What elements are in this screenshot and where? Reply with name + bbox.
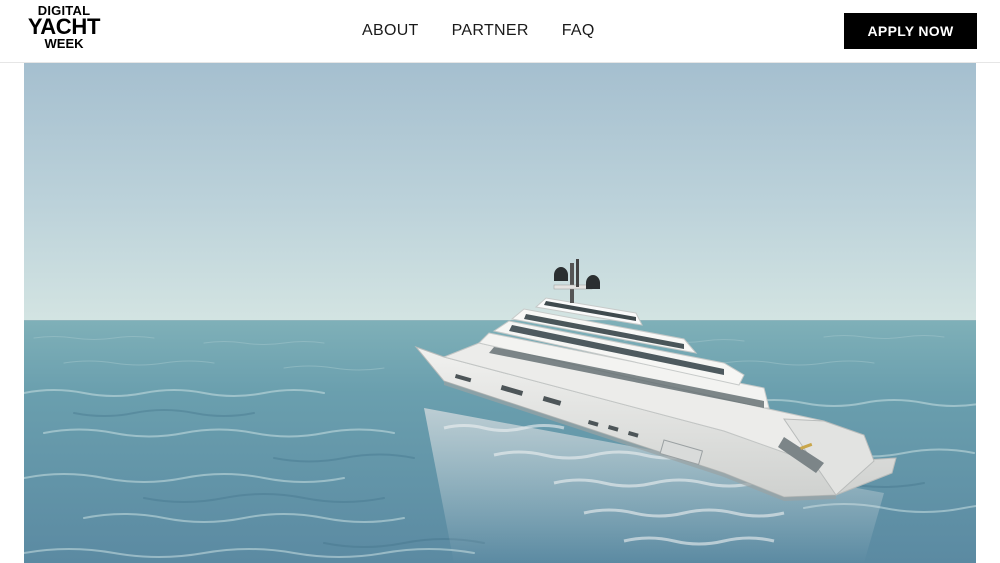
nav-link-faq[interactable]: FAQ (562, 20, 595, 42)
brand-logo[interactable]: DIGITAL YACHT WEEK (23, 3, 105, 57)
hero-image (24, 63, 976, 563)
nav-link-about[interactable]: ABOUT (362, 20, 419, 42)
apply-now-button[interactable]: APPLY NOW (844, 13, 977, 49)
site-header: DIGITAL YACHT WEEK ABOUT PARTNER FAQ APP… (0, 0, 1000, 63)
brand-line-2: YACHT (27, 14, 101, 39)
nav-link-partner[interactable]: PARTNER (452, 20, 529, 42)
main-nav: ABOUT PARTNER FAQ (352, 20, 628, 42)
sky (24, 63, 976, 321)
yacht-illustration (24, 63, 976, 563)
